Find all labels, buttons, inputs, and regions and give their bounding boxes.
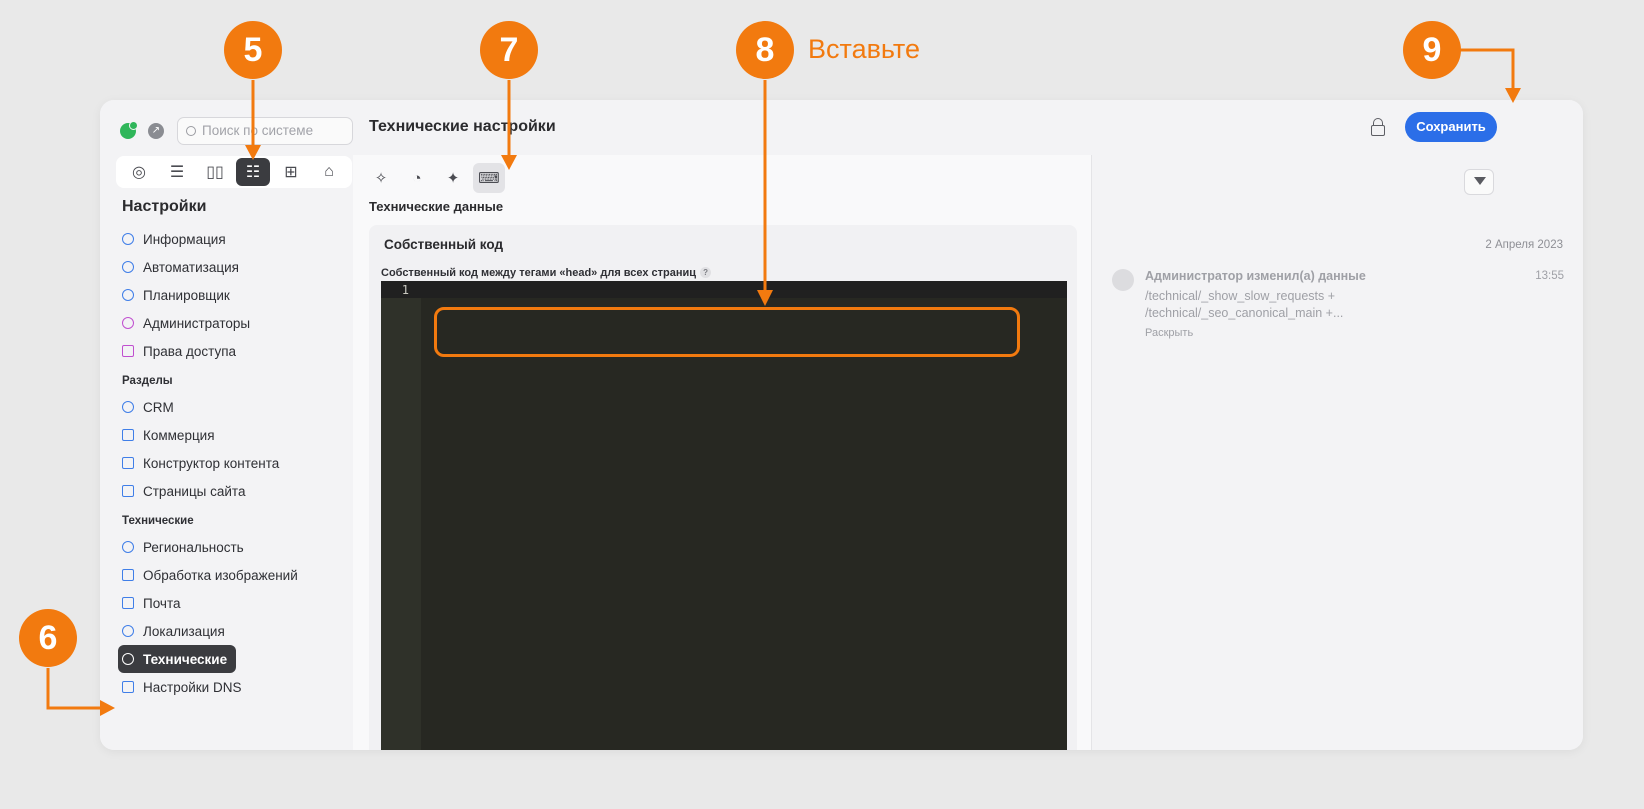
arrow-head-7 bbox=[501, 155, 517, 170]
step-8-label: Вставьте bbox=[808, 34, 920, 64]
arrow-head-6 bbox=[100, 700, 115, 716]
code-insert-highlight bbox=[434, 307, 1020, 357]
arrow-9 bbox=[1455, 48, 1515, 88]
arrow-6 bbox=[46, 668, 100, 710]
annotation-arrows bbox=[46, 48, 1521, 716]
arrow-head-8 bbox=[757, 290, 773, 306]
arrow-head-5 bbox=[245, 145, 261, 160]
arrow-head-9 bbox=[1505, 88, 1521, 103]
step-badge-5: 5 bbox=[224, 21, 282, 79]
step-badge-8: 8 bbox=[736, 21, 794, 79]
step-badge-7: 7 bbox=[480, 21, 538, 79]
step-badge-9: 9 bbox=[1403, 21, 1461, 79]
step-badge-6: 6 bbox=[19, 609, 77, 667]
